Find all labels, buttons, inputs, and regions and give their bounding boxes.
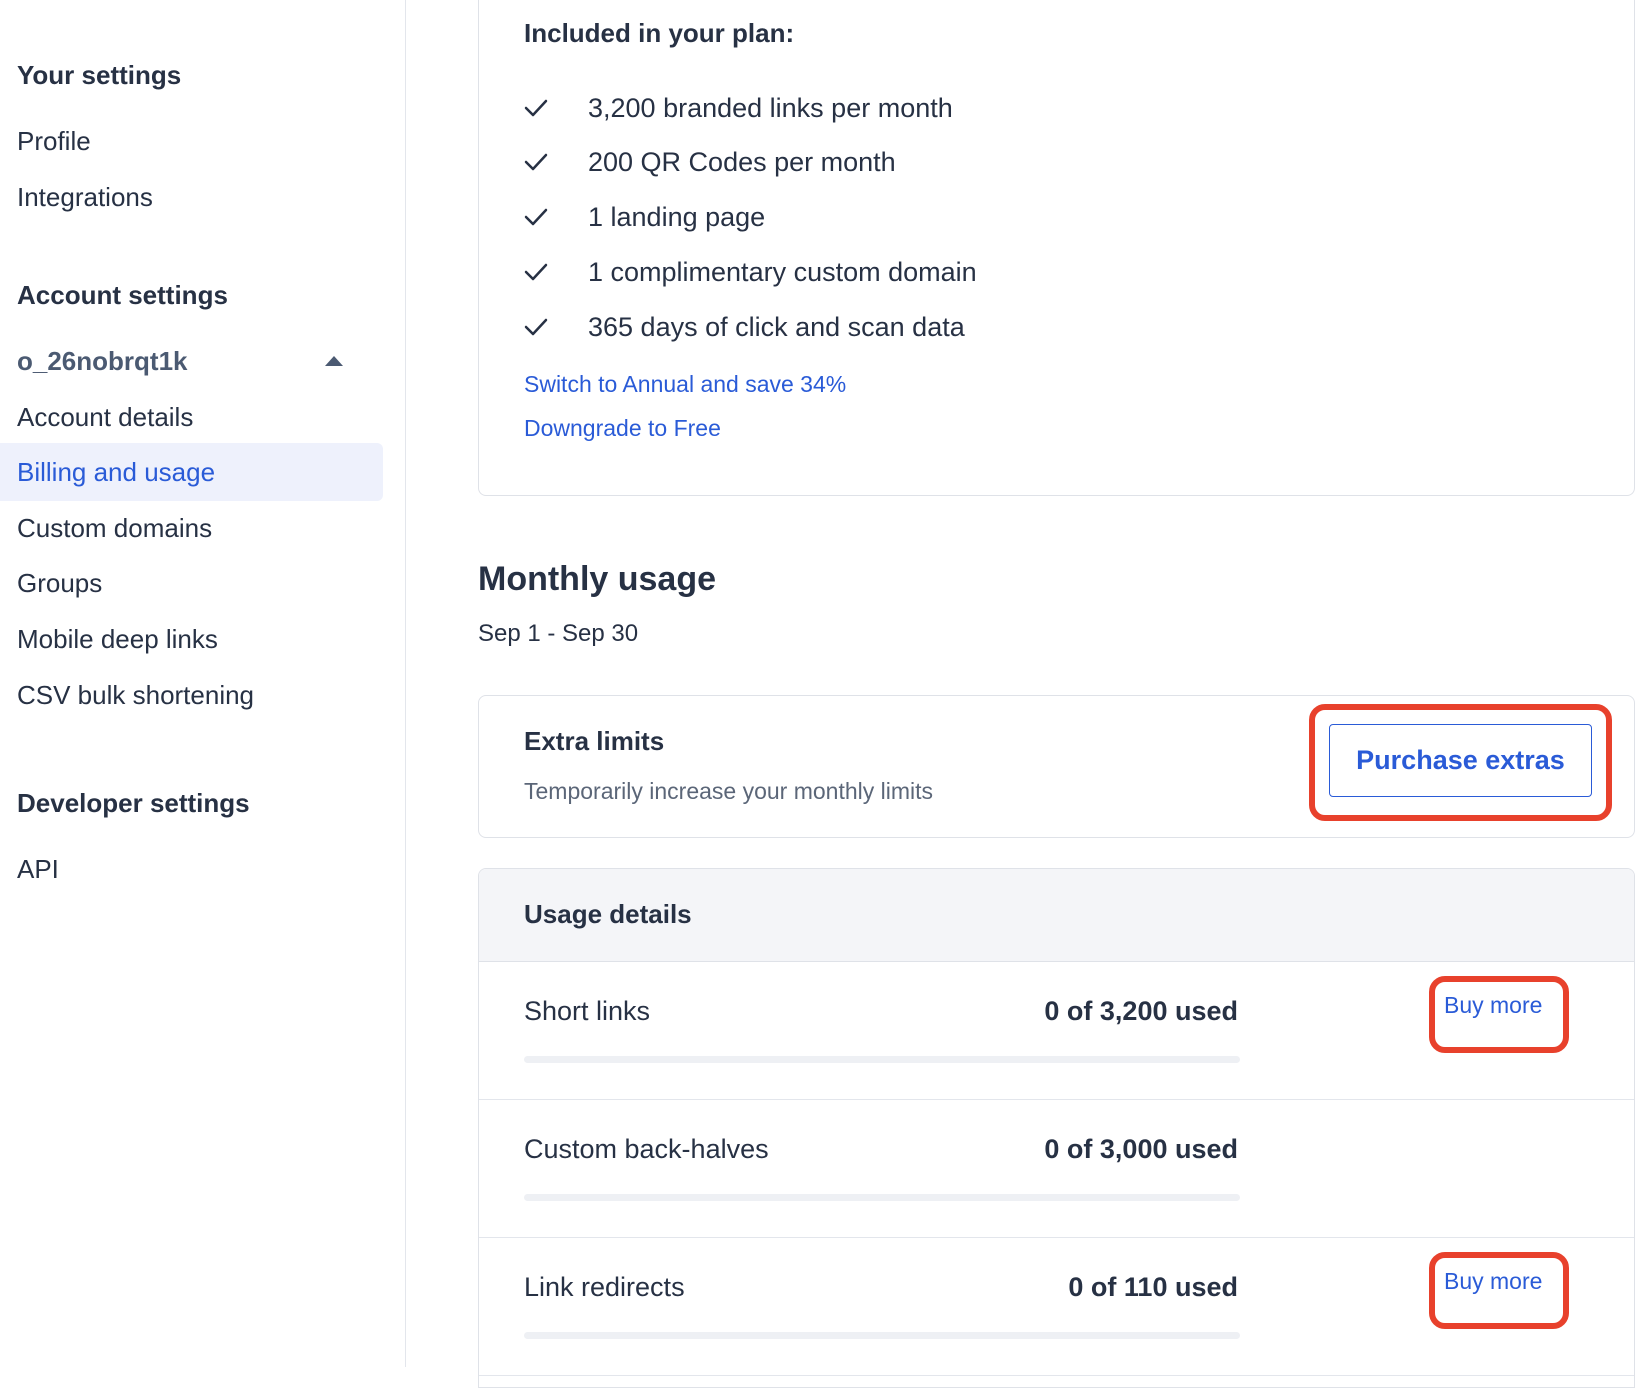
usage-row-value: 0 of 3,000 used [1044, 1134, 1238, 1164]
monthly-usage-title: Monthly usage [478, 560, 717, 598]
sidebar-item-groups[interactable]: Groups [0, 554, 383, 612]
plan-feature-text: 1 landing page [588, 201, 766, 232]
usage-row-label: Link redirects [524, 1272, 685, 1302]
plan-feature: 200 QR Codes per month [524, 142, 896, 182]
usage-row-value: 0 of 3,200 used [1044, 996, 1238, 1026]
org-name: o_26nobrqt1k [17, 345, 188, 376]
usage-row-label: Short links [524, 996, 651, 1026]
switch-annual-link[interactable]: Switch to Annual and save 34% [524, 371, 846, 398]
sidebar-item-integrations[interactable]: Integrations [0, 168, 383, 226]
plan-feature: 1 landing page [524, 197, 765, 237]
purchase-extras-button[interactable]: Purchase extras [1329, 724, 1592, 797]
usage-row-value: 0 of 110 used [1068, 1272, 1238, 1302]
extra-limits-title: Extra limits [524, 726, 665, 756]
checkmark-icon [524, 207, 588, 227]
sidebar-item-label: Billing and usage [17, 456, 216, 487]
usage-progress-bar [524, 1056, 1240, 1063]
sidebar-item-label: Custom domains [17, 512, 213, 543]
sidebar-item-account-details[interactable]: Account details [0, 388, 383, 446]
buy-more-link-redirects-link[interactable]: Buy more [1444, 1268, 1542, 1295]
sidebar-item-label: API [17, 853, 59, 884]
sidebar-item-profile[interactable]: Profile [0, 112, 383, 170]
usage-details-title: Usage details [524, 899, 692, 929]
checkmark-icon [524, 262, 588, 282]
sidebar-item-mobile-deep-links[interactable]: Mobile deep links [0, 610, 383, 668]
sidebar-item-billing-and-usage[interactable]: Billing and usage [0, 443, 383, 501]
caret-up-icon [325, 356, 343, 366]
usage-period: Sep 1 - Sep 30 [478, 620, 639, 647]
org-selector[interactable]: o_26nobrqt1k [0, 332, 383, 390]
usage-details-header: Usage details [479, 869, 1634, 962]
sidebar-item-custom-domains[interactable]: Custom domains [0, 499, 383, 557]
usage-row: Short links 0 of 3,200 used Buy more [479, 962, 1634, 1100]
usage-details-card: Usage details Short links 0 of 3,200 use… [478, 868, 1635, 1388]
sidebar-item-label: Groups [17, 567, 103, 598]
plan-feature-text: 1 complimentary custom domain [588, 256, 977, 287]
checkmark-icon [524, 152, 588, 172]
extra-limits-subtitle: Temporarily increase your monthly limits [524, 778, 934, 804]
plan-feature: 1 complimentary custom domain [524, 252, 977, 292]
usage-progress-bar [524, 1194, 1240, 1201]
sidebar-item-label: Profile [17, 125, 91, 156]
sidebar-item-csv-bulk-shortening[interactable]: CSV bulk shortening [0, 666, 383, 724]
checkmark-icon [524, 98, 588, 118]
developer-settings-heading: Developer settings [17, 788, 250, 818]
plan-feature: 365 days of click and scan data [524, 307, 965, 347]
buy-more-short-links-link[interactable]: Buy more [1444, 992, 1542, 1019]
checkmark-icon [524, 317, 588, 337]
settings-sidebar: Your settings Profile Integrations Accou… [0, 0, 406, 1367]
usage-progress-bar [524, 1332, 1240, 1339]
billing-main: Included in your plan: 3,200 branded lin… [406, 0, 1645, 1388]
sidebar-item-label: CSV bulk shortening [17, 679, 255, 710]
extra-limits-card: Extra limits Temporarily increase your m… [478, 695, 1635, 838]
plan-feature: 3,200 branded links per month [524, 88, 953, 128]
downgrade-link[interactable]: Downgrade to Free [524, 415, 721, 442]
account-settings-heading: Account settings [17, 280, 228, 310]
your-settings-heading: Your settings [17, 60, 182, 90]
usage-row: Link redirects 0 of 110 used Buy more [479, 1238, 1634, 1376]
sidebar-item-label: Account details [17, 401, 194, 432]
sidebar-item-api[interactable]: API [0, 840, 383, 898]
plan-feature-text: 365 days of click and scan data [588, 311, 965, 342]
plan-card: Included in your plan: 3,200 branded lin… [478, 0, 1635, 496]
sidebar-item-label: Mobile deep links [17, 623, 218, 654]
plan-feature-text: 3,200 branded links per month [588, 92, 953, 123]
usage-row-label: Custom back-halves [524, 1134, 769, 1164]
plan-included-title: Included in your plan: [524, 18, 795, 48]
usage-row: Custom back-halves 0 of 3,000 used [479, 1100, 1634, 1238]
plan-feature-text: 200 QR Codes per month [588, 146, 896, 177]
sidebar-item-label: Integrations [17, 181, 153, 212]
